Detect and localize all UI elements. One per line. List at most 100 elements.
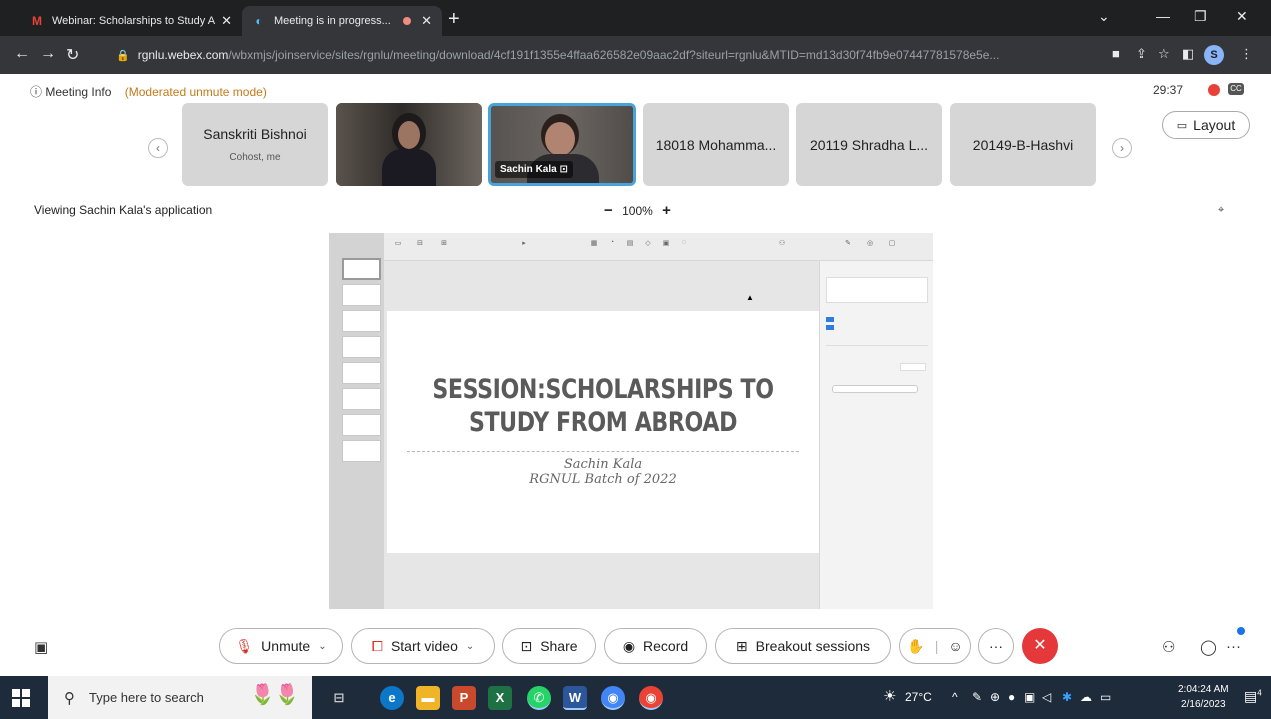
presentation-toolbar: ▭ ⊟ ⊞ ▸ ▦ ◔ ▤ ◇ ▣ ◌ ⚇ ✎ ◎ ▢: [384, 233, 933, 261]
powerpoint-icon[interactable]: P: [452, 686, 476, 710]
participants-next-button[interactable]: ›: [1112, 138, 1132, 158]
slide-navigator: [329, 233, 384, 609]
participants-icon[interactable]: ⚇: [1162, 638, 1175, 656]
reload-button[interactable]: ↻: [66, 45, 79, 65]
start-video-label: Start video: [390, 638, 458, 654]
file-explorer-icon[interactable]: ▬: [416, 686, 440, 710]
slide-thumbnail: [342, 336, 381, 358]
participants-prev-button[interactable]: ‹: [148, 138, 168, 158]
close-tab-icon[interactable]: ✕: [421, 13, 432, 29]
participant-tile[interactable]: Sanskriti Bishnoi Cohost, me: [182, 103, 328, 186]
pointer-icon[interactable]: ⌖: [1218, 204, 1224, 217]
forward-button[interactable]: →: [40, 45, 56, 63]
participant-face: [398, 121, 420, 149]
add-slide-icon: ⊞: [441, 240, 447, 247]
bookmark-star-icon[interactable]: ☆: [1158, 46, 1170, 62]
closed-caption-icon[interactable]: CC: [1228, 83, 1244, 95]
zoom-in-button[interactable]: +: [662, 202, 671, 219]
slide-thumbnail: [342, 414, 381, 436]
tab-webinar[interactable]: M Webinar: Scholarships to Study A ✕: [20, 6, 242, 36]
slide-thumbnail: [342, 284, 381, 306]
record-icon: ◉: [622, 637, 636, 654]
chevron-up-icon[interactable]: ^: [952, 690, 958, 704]
windows-start-icon[interactable]: [12, 689, 30, 707]
slide-thumbnail: [342, 258, 381, 280]
participant-name: 20149-B-Hashvi: [972, 136, 1074, 153]
chevron-down-icon[interactable]: ⌄: [318, 641, 326, 652]
close-tab-icon[interactable]: ✕: [221, 13, 232, 29]
bluetooth-icon[interactable]: ✱: [1062, 690, 1072, 704]
slide-thumbnail: [342, 388, 381, 410]
muted-mic-icon: 🎙: [235, 637, 254, 654]
start-video-button[interactable]: ⧠ Start video ⌄: [351, 628, 495, 664]
new-tab-button[interactable]: +: [448, 8, 460, 31]
participant-role: Cohost, me: [229, 152, 281, 163]
tab-meeting[interactable]: ◐ Meeting is in progress... ✕: [242, 6, 442, 36]
tulips-icon[interactable]: 🌷🌷: [250, 682, 300, 707]
weather-temp[interactable]: 27°C: [905, 690, 932, 704]
raise-hand-icon[interactable]: ✋: [907, 638, 924, 655]
participant-video-tile[interactable]: [336, 103, 482, 186]
url-path: /wbxmjs/joinservice/sites/rgnlu/meeting/…: [228, 48, 1000, 62]
tab-search-chevron-icon[interactable]: ⌄: [1098, 8, 1110, 25]
display-icon[interactable]: ▣: [1024, 690, 1035, 704]
browser-menu-icon[interactable]: ⋮: [1240, 46, 1253, 62]
shared-screen[interactable]: ▭ ⊟ ⊞ ▸ ▦ ◔ ▤ ◇ ▣ ◌ ⚇ ✎ ◎ ▢ ▲ SESSION:SC…: [329, 233, 933, 609]
participant-tile[interactable]: 20119 Shradha L...: [796, 103, 942, 186]
checkbox-icon: [826, 317, 834, 322]
unmute-button[interactable]: 🎙 Unmute ⌄: [219, 628, 343, 664]
excel-icon[interactable]: X: [488, 686, 512, 710]
chat-icon[interactable]: ◯: [1200, 638, 1217, 656]
record-button[interactable]: ◉ Record: [604, 628, 707, 664]
unmute-mode-label: (Moderated unmute mode): [124, 85, 267, 99]
minimize-button[interactable]: —: [1156, 8, 1170, 24]
chrome-icon[interactable]: ◉: [601, 686, 625, 710]
chevron-down-icon[interactable]: ⌄: [466, 641, 474, 652]
record-label: Record: [643, 638, 689, 654]
edit-layout-button: [832, 385, 918, 393]
network-icon[interactable]: ⊕: [990, 690, 1000, 704]
task-view-icon[interactable]: ⊟: [327, 686, 351, 710]
mic-icon[interactable]: ●: [1008, 690, 1015, 704]
meeting-info[interactable]: ⓘ Meeting Info (Moderated unmute mode): [30, 83, 267, 100]
address-bar[interactable]: 🔒 rgnlu.webex.com /wbxmjs/joinservice/si…: [98, 41, 1098, 69]
chrome-profile-icon[interactable]: ◉: [639, 686, 663, 710]
notification-count: 4: [1257, 688, 1262, 698]
participant-tile[interactable]: 18018 Mohamma...: [643, 103, 789, 186]
side-panel-icon[interactable]: ◧: [1182, 46, 1194, 62]
word-icon[interactable]: W: [563, 686, 587, 710]
layout-button[interactable]: ▭ Layout: [1162, 111, 1250, 139]
captions-icon[interactable]: ▣: [34, 638, 48, 656]
volume-icon[interactable]: ◁: [1042, 690, 1051, 704]
whatsapp-icon[interactable]: ✆: [527, 686, 551, 710]
reactions-icon[interactable]: ☺: [948, 638, 962, 654]
weather-icon[interactable]: ☀: [883, 687, 896, 705]
windows-taskbar: ⚲ Type here to search 🌷🌷 ⊟ e ▬ P X ✆ W ◉…: [0, 676, 1271, 719]
restore-button[interactable]: ❐: [1194, 8, 1207, 25]
slide-subtitle: Sachin Kala RGNUL Batch of 2022: [387, 457, 819, 487]
participant-face: [545, 122, 575, 156]
zoom-out-button[interactable]: −: [604, 202, 613, 219]
pen-icon[interactable]: ✎: [972, 690, 982, 704]
back-button[interactable]: ←: [14, 45, 30, 63]
more-panels-icon[interactable]: ···: [1226, 638, 1241, 655]
edge-browser-icon[interactable]: e: [380, 686, 404, 710]
share-label: Share: [540, 638, 578, 654]
breakout-sessions-button[interactable]: ⊞ Breakout sessions: [715, 628, 891, 664]
leave-meeting-button[interactable]: ✕: [1022, 628, 1058, 664]
profile-avatar[interactable]: S: [1204, 45, 1224, 65]
battery-icon[interactable]: ▭: [1100, 690, 1111, 704]
onedrive-icon[interactable]: ☁: [1080, 690, 1092, 704]
notification-center-icon[interactable]: ▤4: [1244, 688, 1262, 705]
gmail-icon: M: [32, 14, 42, 28]
more-options-button[interactable]: ···: [978, 628, 1014, 664]
participant-tile[interactable]: 20149-B-Hashvi: [950, 103, 1096, 186]
share-button[interactable]: ⊡ Share: [502, 628, 596, 664]
camera-in-use-icon[interactable]: ■: [1112, 46, 1120, 61]
mouse-cursor-icon: ▲: [746, 293, 754, 302]
participant-video-tile-active[interactable]: Sachin Kala ⊡: [488, 103, 636, 186]
window-close-button[interactable]: ✕: [1236, 8, 1248, 25]
recording-indicator-icon: [403, 17, 412, 25]
taskbar-clock[interactable]: 2:04:24 AM 2/16/2023: [1178, 682, 1229, 712]
share-icon[interactable]: ⇪: [1136, 46, 1147, 62]
